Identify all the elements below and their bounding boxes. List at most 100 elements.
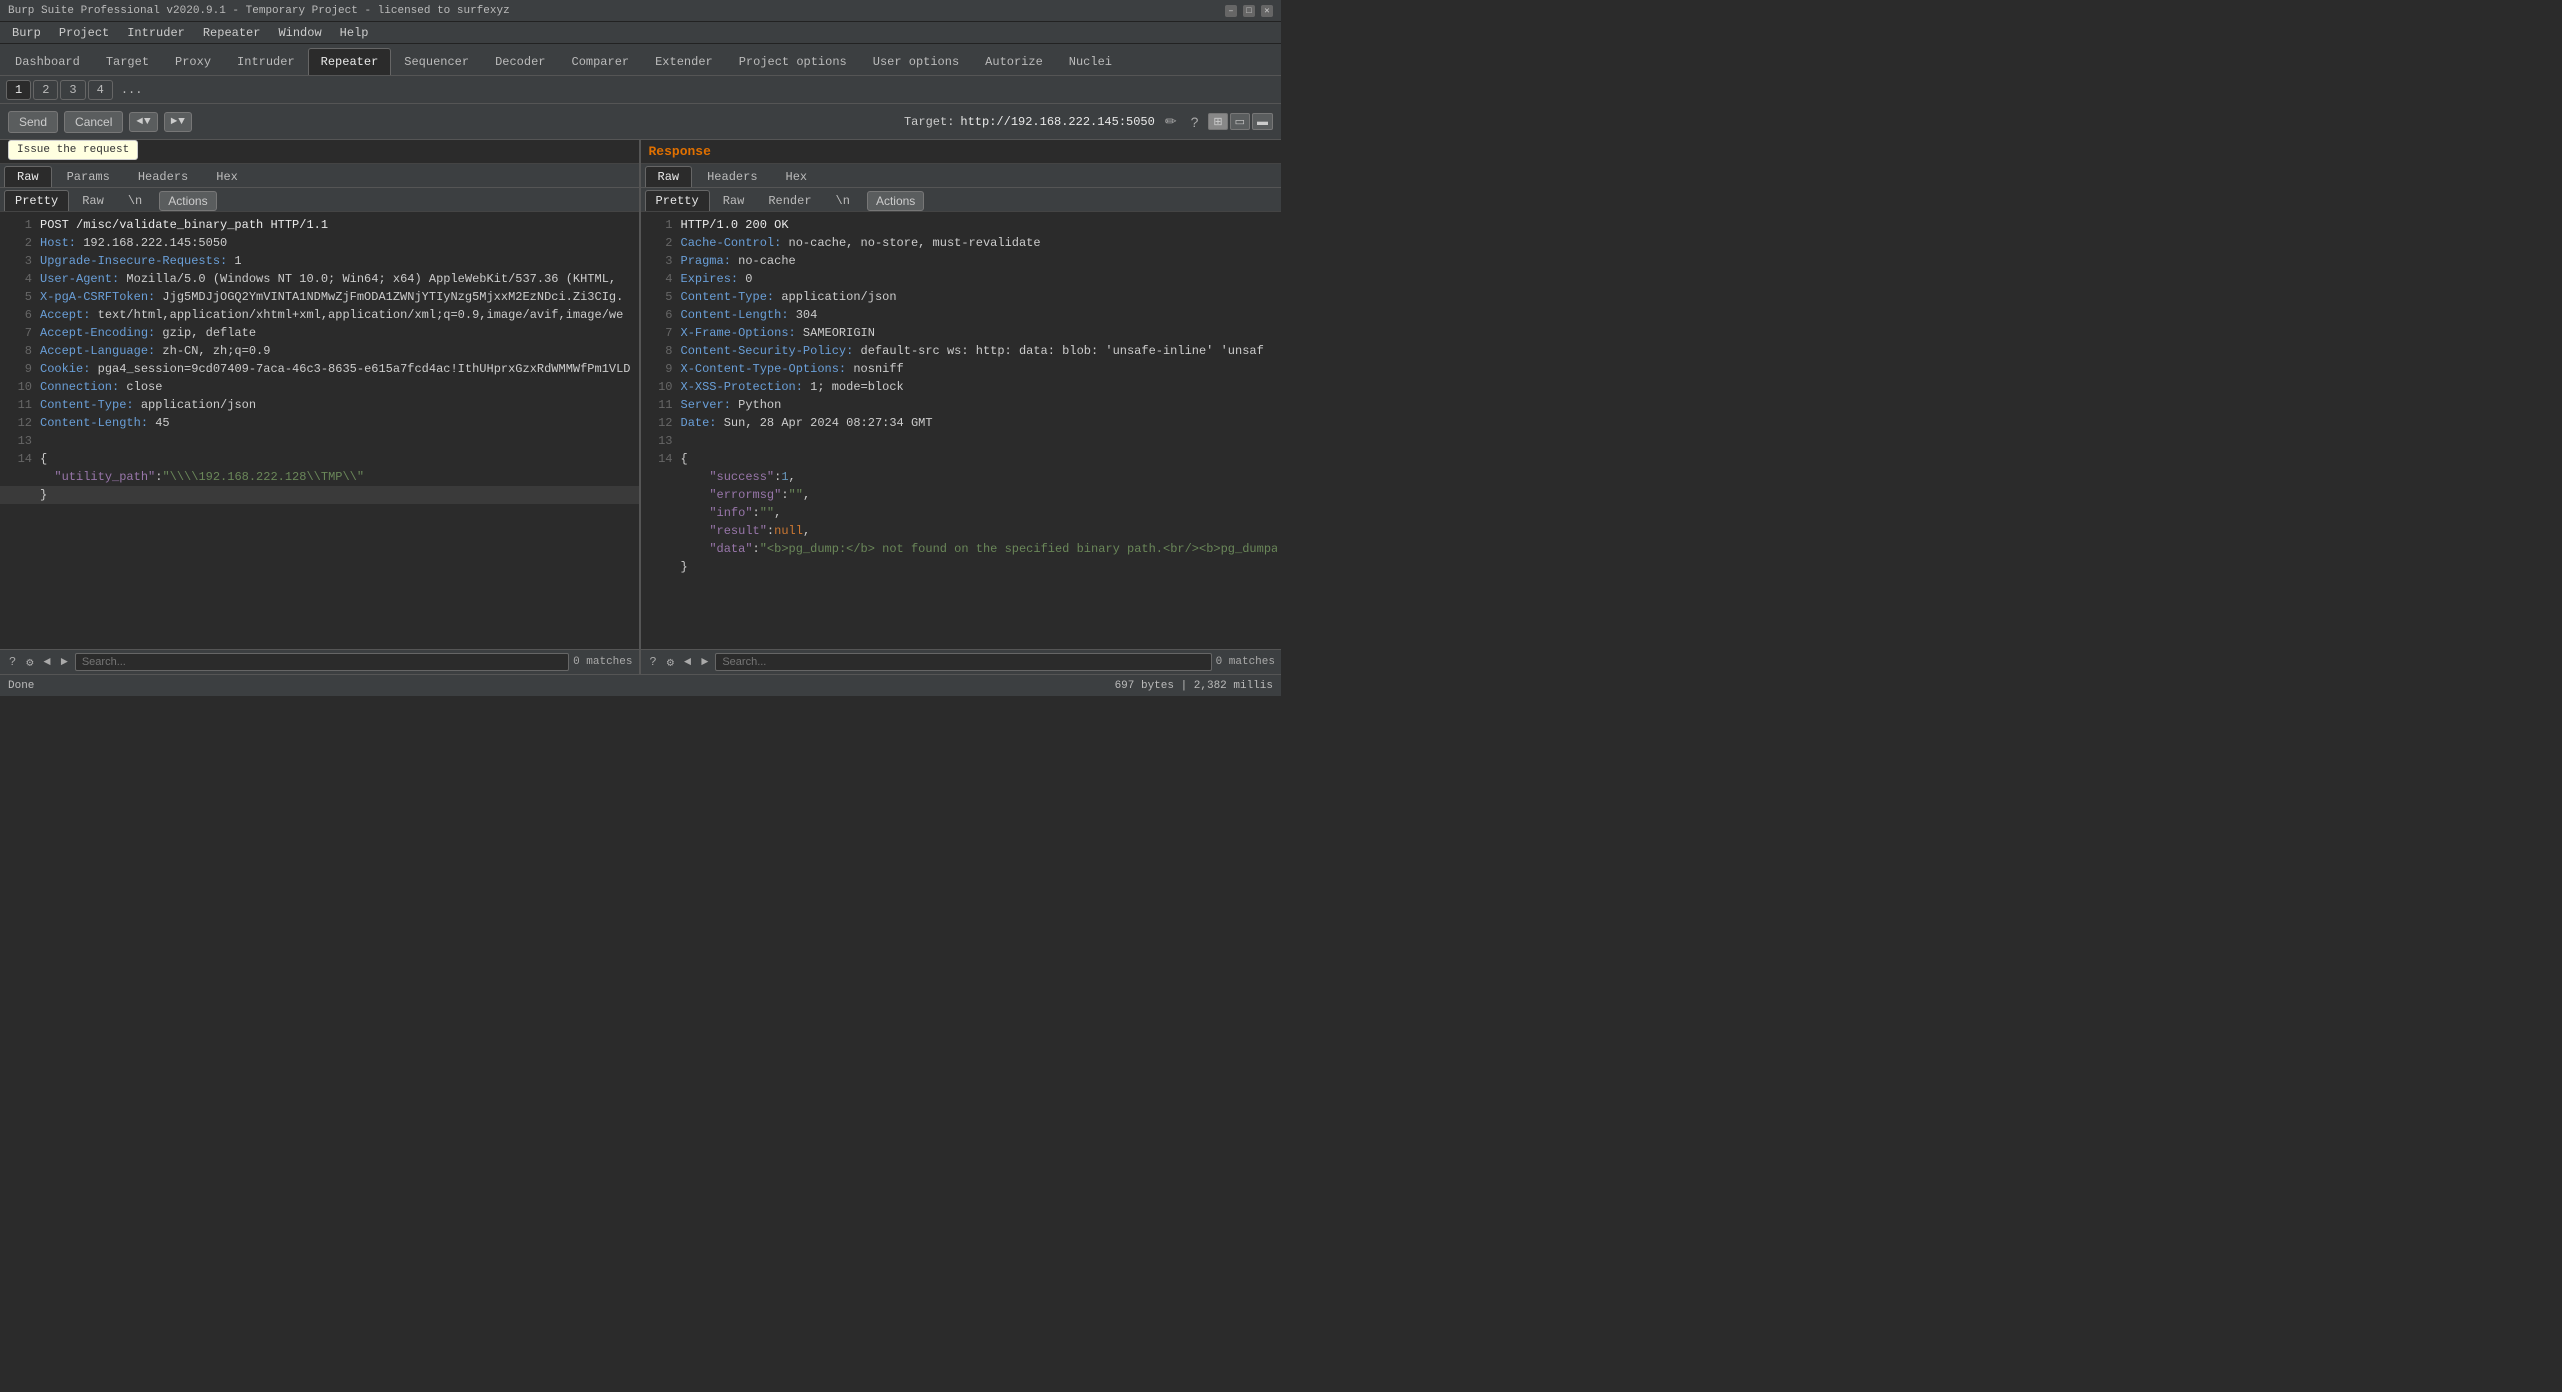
req-mode-ln[interactable]: \n (117, 190, 153, 211)
menu-repeater[interactable]: Repeater (195, 24, 269, 42)
table-row: 9 Cookie: pga4_session=9cd07409-7aca-46c… (0, 360, 639, 378)
resp-mode-pretty[interactable]: Pretty (645, 190, 710, 211)
tab-intruder[interactable]: Intruder (224, 48, 308, 75)
table-row: 9 X-Content-Type-Options: nosniff (641, 360, 1282, 378)
tab-sequencer[interactable]: Sequencer (391, 48, 482, 75)
close-button[interactable]: ✕ (1261, 5, 1273, 17)
nav-back-dropdown-icon[interactable]: ▼ (144, 116, 151, 128)
tab-repeater[interactable]: Repeater (308, 48, 392, 75)
menu-intruder[interactable]: Intruder (119, 24, 193, 42)
request-code-area[interactable]: 1 POST /misc/validate_binary_path HTTP/1… (0, 212, 639, 649)
menu-window[interactable]: Window (270, 24, 329, 42)
table-row: 14 { (641, 450, 1282, 468)
request-search-input[interactable] (75, 653, 569, 671)
tab-nuclei[interactable]: Nuclei (1056, 48, 1125, 75)
table-row: 4 Expires: 0 (641, 270, 1282, 288)
view-mode-group: ⊞ ▭ ▬ (1208, 113, 1273, 130)
resp-mode-raw[interactable]: Raw (712, 190, 756, 211)
table-row: 3 Pragma: no-cache (641, 252, 1282, 270)
req-mode-pretty[interactable]: Pretty (4, 190, 69, 211)
resp-tab-headers[interactable]: Headers (694, 166, 770, 187)
tab-user-options[interactable]: User options (860, 48, 972, 75)
request-sub-tabs: Raw Params Headers Hex (0, 164, 639, 188)
window-controls[interactable]: – □ ✕ (1225, 5, 1273, 17)
menu-help[interactable]: Help (332, 24, 377, 42)
req-tab-headers[interactable]: Headers (125, 166, 201, 187)
table-row: 10 Connection: close (0, 378, 639, 396)
table-row: } (641, 558, 1282, 576)
view-request-only-button[interactable]: ▭ (1230, 113, 1250, 130)
menu-burp[interactable]: Burp (4, 24, 49, 42)
maximize-button[interactable]: □ (1243, 5, 1255, 17)
tab-target[interactable]: Target (93, 48, 162, 75)
resp-tab-hex[interactable]: Hex (773, 166, 821, 187)
request-panel: Request Raw Params Headers Hex Pretty Ra… (0, 140, 641, 674)
request-actions-button[interactable]: Actions (159, 191, 216, 211)
table-row: 5 Content-Type: application/json (641, 288, 1282, 306)
repeater-tab-bar: 1 2 3 4 ... (0, 76, 1281, 104)
help-button[interactable]: ? (1187, 112, 1203, 132)
status-text: Done (8, 680, 34, 692)
table-row: 5 X-pgA-CSRFToken: Jjg5MDJjOGQ2YmVINTA1N… (0, 288, 639, 306)
response-code-area[interactable]: 1 HTTP/1.0 200 OK 2 Cache-Control: no-ca… (641, 212, 1282, 649)
top-tab-bar: Dashboard Target Proxy Intruder Repeater… (0, 44, 1281, 76)
table-row: 12 Content-Length: 45 (0, 414, 639, 432)
req-mode-raw[interactable]: Raw (71, 190, 115, 211)
nav-forward-group[interactable]: ► ▼ (164, 112, 192, 132)
response-actions-button[interactable]: Actions (867, 191, 924, 211)
response-mode-tabs: Pretty Raw Render \n Actions (641, 188, 1282, 212)
tab-project-options[interactable]: Project options (726, 48, 860, 75)
req-tab-params[interactable]: Params (54, 166, 123, 187)
stats-text: 697 bytes | 2,382 millis (1115, 680, 1273, 692)
view-response-only-button[interactable]: ▬ (1252, 113, 1273, 130)
response-next-match-icon[interactable]: ► (698, 654, 711, 670)
nav-back-group[interactable]: ◄ ▼ (129, 112, 157, 132)
repeater-tab-4[interactable]: 4 (88, 80, 113, 100)
table-row: "data":"<b>pg_dump:</b> not found on the… (641, 540, 1282, 558)
tab-decoder[interactable]: Decoder (482, 48, 558, 75)
request-settings-icon[interactable]: ⚙ (23, 654, 36, 671)
cancel-button[interactable]: Cancel (64, 111, 123, 133)
response-settings-icon[interactable]: ⚙ (664, 654, 677, 671)
table-row: 7 Accept-Encoding: gzip, deflate (0, 324, 639, 342)
view-split-button[interactable]: ⊞ (1208, 113, 1227, 130)
table-row: 3 Upgrade-Insecure-Requests: 1 (0, 252, 639, 270)
table-row: 10 X-XSS-Protection: 1; mode=block (641, 378, 1282, 396)
resp-mode-render[interactable]: Render (757, 190, 822, 211)
target-label: Target: (904, 115, 954, 129)
request-search-matches: 0 matches (573, 656, 632, 668)
table-row: 6 Accept: text/html,application/xhtml+xm… (0, 306, 639, 324)
table-row: "result":null, (641, 522, 1282, 540)
tab-autorize[interactable]: Autorize (972, 48, 1056, 75)
resp-mode-ln[interactable]: \n (825, 190, 861, 211)
request-prev-match-icon[interactable]: ◄ (40, 654, 53, 670)
table-row: "errormsg":"", (641, 486, 1282, 504)
tab-comparer[interactable]: Comparer (559, 48, 643, 75)
table-row: 8 Accept-Language: zh-CN, zh;q=0.9 (0, 342, 639, 360)
repeater-tab-1[interactable]: 1 (6, 80, 31, 100)
table-row: 12 Date: Sun, 28 Apr 2024 08:27:34 GMT (641, 414, 1282, 432)
table-row: 11 Content-Type: application/json (0, 396, 639, 414)
response-prev-match-icon[interactable]: ◄ (681, 654, 694, 670)
table-row: 4 User-Agent: Mozilla/5.0 (Windows NT 10… (0, 270, 639, 288)
response-search-input[interactable] (715, 653, 1211, 671)
repeater-tab-3[interactable]: 3 (60, 80, 85, 100)
target-url: http://192.168.222.145:5050 (960, 115, 1154, 129)
minimize-button[interactable]: – (1225, 5, 1237, 17)
tab-proxy[interactable]: Proxy (162, 48, 224, 75)
request-help-icon[interactable]: ? (6, 654, 19, 670)
req-tab-raw[interactable]: Raw (4, 166, 52, 187)
nav-forward-dropdown-icon[interactable]: ▼ (178, 116, 185, 128)
edit-target-button[interactable]: ✏ (1161, 111, 1181, 132)
tab-dashboard[interactable]: Dashboard (2, 48, 93, 75)
resp-tab-raw[interactable]: Raw (645, 166, 693, 187)
repeater-tab-2[interactable]: 2 (33, 80, 58, 100)
repeater-tab-more[interactable]: ... (115, 81, 149, 99)
menu-project[interactable]: Project (51, 24, 117, 42)
table-row: "info":"", (641, 504, 1282, 522)
request-next-match-icon[interactable]: ► (58, 654, 71, 670)
tab-extender[interactable]: Extender (642, 48, 726, 75)
req-tab-hex[interactable]: Hex (203, 166, 251, 187)
response-help-icon[interactable]: ? (647, 654, 660, 670)
send-button[interactable]: Send (8, 111, 58, 133)
